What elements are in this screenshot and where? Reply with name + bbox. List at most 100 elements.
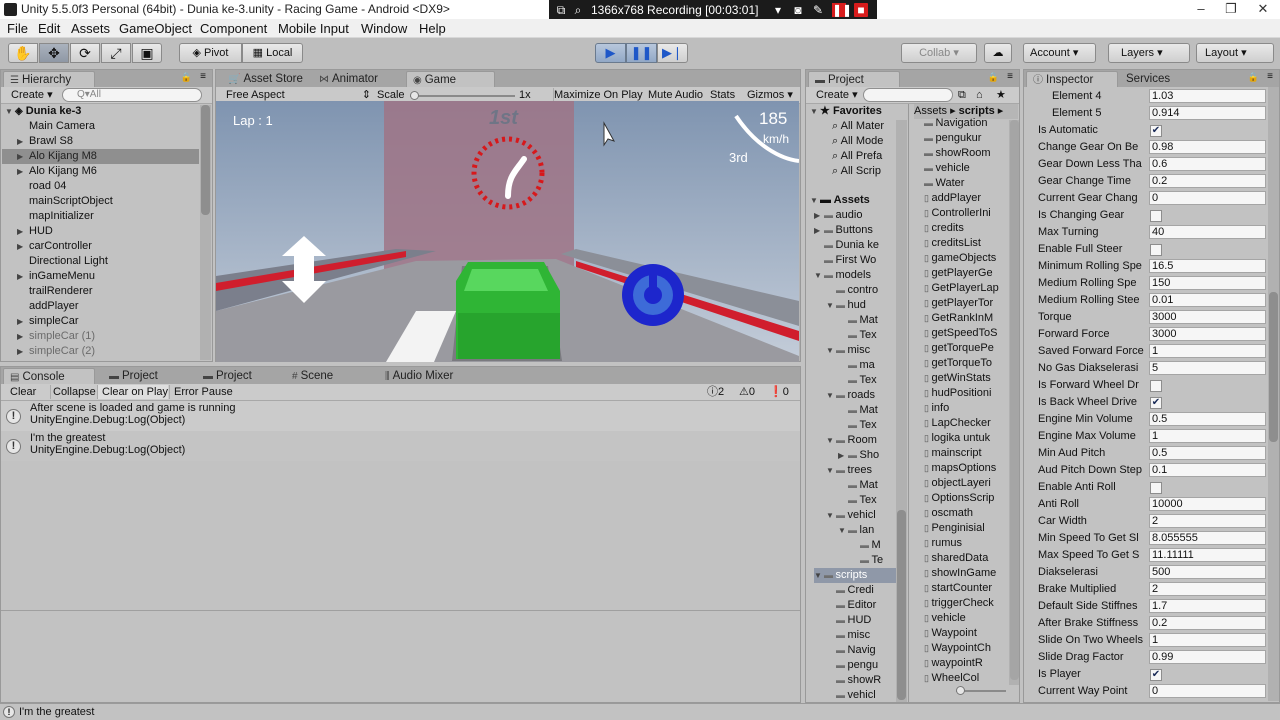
- script-file-entry[interactable]: ▯ oscmath: [924, 506, 1009, 521]
- scroll-thumb[interactable]: [201, 105, 210, 215]
- inspector-value-field[interactable]: 1: [1149, 344, 1266, 358]
- hierarchy-item[interactable]: Main Camera: [2, 119, 199, 134]
- script-file-entry[interactable]: ▯ getTorqueTo: [924, 356, 1009, 371]
- expand-arrow-icon[interactable]: ▶: [17, 149, 27, 164]
- tab-console[interactable]: ▤ Console: [3, 368, 95, 384]
- expand-arrow-icon[interactable]: ▶: [17, 239, 27, 254]
- menu-edit[interactable]: Edit: [38, 21, 60, 36]
- icon-size-handle[interactable]: [956, 686, 965, 695]
- hierarchy-item[interactable]: ▶ Alo Kijang M8: [2, 149, 199, 164]
- chevron-down-icon[interactable]: ▾: [771, 3, 785, 17]
- script-file-entry[interactable]: ▯ credits: [924, 221, 1009, 236]
- project-folder-item[interactable]: ▬ misc: [826, 628, 896, 643]
- favorite-item[interactable]: ⌕ All Mater: [832, 119, 884, 134]
- inspector-checkbox[interactable]: ✔: [1150, 125, 1162, 137]
- expand-arrow-icon[interactable]: ▶: [17, 344, 27, 359]
- inspector-value-field[interactable]: 0.1: [1149, 463, 1266, 477]
- stop-record-icon[interactable]: ■: [854, 3, 868, 17]
- script-file-entry[interactable]: ▯ startCounter: [924, 581, 1009, 596]
- cloud-icon[interactable]: ☁: [984, 43, 1012, 63]
- hierarchy-item[interactable]: ▶ Brawl S8: [2, 134, 199, 149]
- inspector-value-field[interactable]: 2: [1149, 514, 1266, 528]
- filter-type-icon[interactable]: ⧉: [958, 88, 966, 102]
- menu-file[interactable]: File: [7, 21, 28, 36]
- pen-icon[interactable]: ✎: [811, 3, 825, 17]
- tab-hierarchy[interactable]: ☰ Hierarchy: [3, 71, 95, 87]
- inspector-value-field[interactable]: 0.5: [1149, 412, 1266, 426]
- favorite-item[interactable]: ⌕ All Mode: [832, 134, 883, 149]
- script-file-entry[interactable]: ▯ getWinStats: [924, 371, 1009, 386]
- error-pause-button[interactable]: Error Pause: [169, 385, 233, 399]
- inspector-value-field[interactable]: 0.6: [1149, 157, 1266, 171]
- project-folder-item[interactable]: ▬ First Wo: [814, 253, 896, 268]
- tab-project-main[interactable]: ▬ Project: [808, 71, 900, 87]
- camera-icon[interactable]: ◙: [791, 3, 805, 17]
- expand-arrow-icon[interactable]: ▼: [826, 298, 836, 313]
- expand-arrow-icon[interactable]: ▶: [17, 164, 27, 179]
- tab-project-2[interactable]: ▬ Project: [197, 368, 258, 384]
- project-folder-entry[interactable]: ▬ Navigation: [924, 116, 1009, 131]
- expand-arrow-icon[interactable]: ▼: [814, 568, 824, 583]
- layout-dropdown[interactable]: Layout ▾: [1196, 43, 1274, 63]
- stats-toggle[interactable]: Stats: [710, 88, 735, 102]
- menu-mobile-input[interactable]: Mobile Input: [278, 21, 349, 36]
- script-file-entry[interactable]: ▯ getPlayerTor: [924, 296, 1009, 311]
- hand-tool-icon[interactable]: ✋: [8, 43, 38, 63]
- project-folder-item[interactable]: ▬ M: [850, 538, 896, 553]
- local-toggle[interactable]: ▦ Local: [242, 43, 303, 63]
- script-file-entry[interactable]: ▯ OptionsScrip: [924, 491, 1009, 506]
- project-folder-item[interactable]: ▼ ▬ models: [814, 268, 896, 283]
- project-folder-entry[interactable]: ▬ vehicle: [924, 161, 1009, 176]
- filter-label-icon[interactable]: ⌂: [976, 88, 983, 102]
- error-count-toggle[interactable]: ❗0: [769, 385, 789, 399]
- hierarchy-item[interactable]: mapInitializer: [2, 209, 199, 224]
- script-file-entry[interactable]: ▯ addPlayer: [924, 191, 1009, 206]
- inspector-checkbox[interactable]: [1150, 482, 1162, 494]
- project-folder-item[interactable]: ▬ Mat: [838, 478, 896, 493]
- close-button[interactable]: ✕: [1252, 1, 1274, 17]
- inspector-value-field[interactable]: 10000: [1149, 497, 1266, 511]
- script-file-entry[interactable]: ▯ getTorquePe: [924, 341, 1009, 356]
- project-folder-item[interactable]: ▬ Tex: [838, 493, 896, 508]
- lock-icon[interactable]: 🔒: [988, 72, 999, 83]
- script-file-entry[interactable]: ▯ Penginisial: [924, 521, 1009, 536]
- hierarchy-item[interactable]: ▶ simpleCar (2): [2, 344, 199, 359]
- project-folder-item[interactable]: ▬ showR: [826, 673, 896, 688]
- log-entry[interactable]: ! After scene is loaded and game is runn…: [1, 401, 800, 431]
- script-file-entry[interactable]: ▯ gameObjects: [924, 251, 1009, 266]
- scroll-thumb[interactable]: [1010, 120, 1019, 680]
- tab-services[interactable]: Services: [1120, 71, 1176, 87]
- hierarchy-item[interactable]: ▶ simpleCar (1): [2, 329, 199, 344]
- expand-arrow-icon[interactable]: ▶: [17, 269, 27, 284]
- restore-icon[interactable]: ⧉: [554, 3, 568, 17]
- warning-count-toggle[interactable]: ⚠0: [739, 385, 755, 399]
- tab-scene[interactable]: # Scene: [286, 368, 339, 384]
- move-tool-icon[interactable]: ✥: [39, 43, 69, 63]
- hierarchy-item[interactable]: mainScriptObject: [2, 194, 199, 209]
- project-folder-item[interactable]: ▬ ma: [838, 358, 896, 373]
- script-file-entry[interactable]: ▯ mainscript: [924, 446, 1009, 461]
- favorites-header[interactable]: ▼ ★ Favorites: [810, 104, 882, 119]
- favorite-item[interactable]: ⌕ All Scrip: [832, 164, 881, 179]
- project-folder-item[interactable]: ▬ Mat: [838, 313, 896, 328]
- inspector-checkbox[interactable]: [1150, 210, 1162, 222]
- scale-slider-handle[interactable]: [410, 91, 419, 100]
- project-folder-item[interactable]: ▬ Mat: [838, 403, 896, 418]
- script-file-entry[interactable]: ▯ GetPlayerLap: [924, 281, 1009, 296]
- inspector-value-field[interactable]: 1.7: [1149, 599, 1266, 613]
- play-button[interactable]: ▶: [595, 43, 626, 63]
- project-folder-item[interactable]: ▼ ▬ roads: [826, 388, 896, 403]
- expand-arrow-icon[interactable]: ▼: [826, 508, 836, 523]
- collapse-button[interactable]: Collapse: [50, 385, 96, 399]
- inspector-value-field[interactable]: 11.11111: [1149, 548, 1266, 562]
- lock-icon[interactable]: 🔒: [1248, 72, 1259, 83]
- inspector-value-field[interactable]: 5: [1149, 361, 1266, 375]
- script-file-entry[interactable]: ▯ WheelCol: [924, 671, 1009, 686]
- inspector-value-field[interactable]: 8.055555: [1149, 531, 1266, 545]
- scroll-thumb[interactable]: [897, 510, 906, 700]
- gizmos-dropdown[interactable]: Gizmos ▾: [747, 88, 793, 102]
- project-folder-item[interactable]: ▼ ▬ trees: [826, 463, 896, 478]
- clear-on-play-button[interactable]: Clear on Play: [97, 385, 169, 399]
- project-folder-item[interactable]: ▼ ▬ hud: [826, 298, 896, 313]
- inspector-value-field[interactable]: 0: [1149, 684, 1266, 698]
